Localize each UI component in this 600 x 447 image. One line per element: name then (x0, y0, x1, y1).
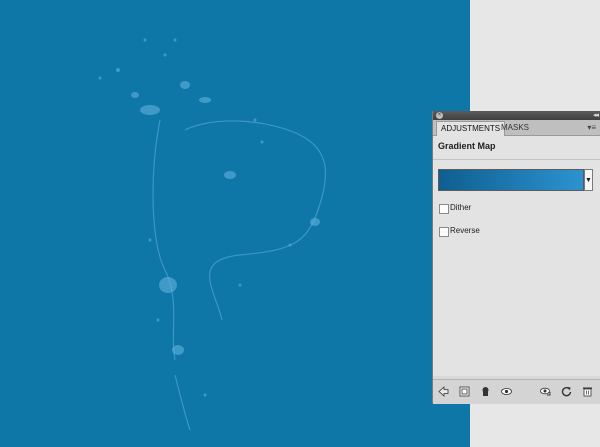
water-splash-artwork (98, 38, 327, 431)
back-arrow-icon[interactable] (438, 386, 449, 397)
expanded-view-icon[interactable] (459, 386, 470, 397)
divider (433, 159, 600, 160)
reverse-checkbox[interactable] (439, 227, 449, 237)
dither-label: Dither (450, 203, 472, 212)
panel-titlebar[interactable]: × ◂◂ (433, 111, 600, 120)
dither-checkbox[interactable] (439, 204, 449, 214)
gradient-preview[interactable] (438, 169, 584, 191)
panel-footer (433, 379, 600, 404)
document-canvas[interactable] (0, 0, 470, 447)
panel-content: Gradient Map ▼ Dither Reverse (433, 136, 600, 376)
adjustments-panel: × ◂◂ ADJUSTMENTS MASKS ▾≡ Gradient Map ▼… (432, 111, 600, 404)
chevron-down-icon[interactable]: ▼ (584, 169, 593, 191)
reverse-label: Reverse (450, 226, 480, 235)
tab-adjustments[interactable]: ADJUSTMENTS (436, 121, 506, 136)
trash-icon[interactable] (582, 386, 593, 397)
reset-icon[interactable] (561, 386, 572, 397)
close-icon[interactable]: × (436, 112, 443, 119)
visibility-eye-icon[interactable] (501, 386, 512, 397)
tab-masks[interactable]: MASKS (497, 121, 533, 135)
page-title: Gradient Map (438, 141, 496, 151)
view-previous-icon[interactable] (540, 386, 551, 397)
clip-layer-icon[interactable] (480, 386, 491, 397)
panel-menu-icon[interactable]: ▾≡ (587, 123, 596, 132)
panel-tabbar: ADJUSTMENTS MASKS ▾≡ (433, 120, 600, 136)
collapse-icon[interactable]: ◂◂ (593, 111, 599, 120)
